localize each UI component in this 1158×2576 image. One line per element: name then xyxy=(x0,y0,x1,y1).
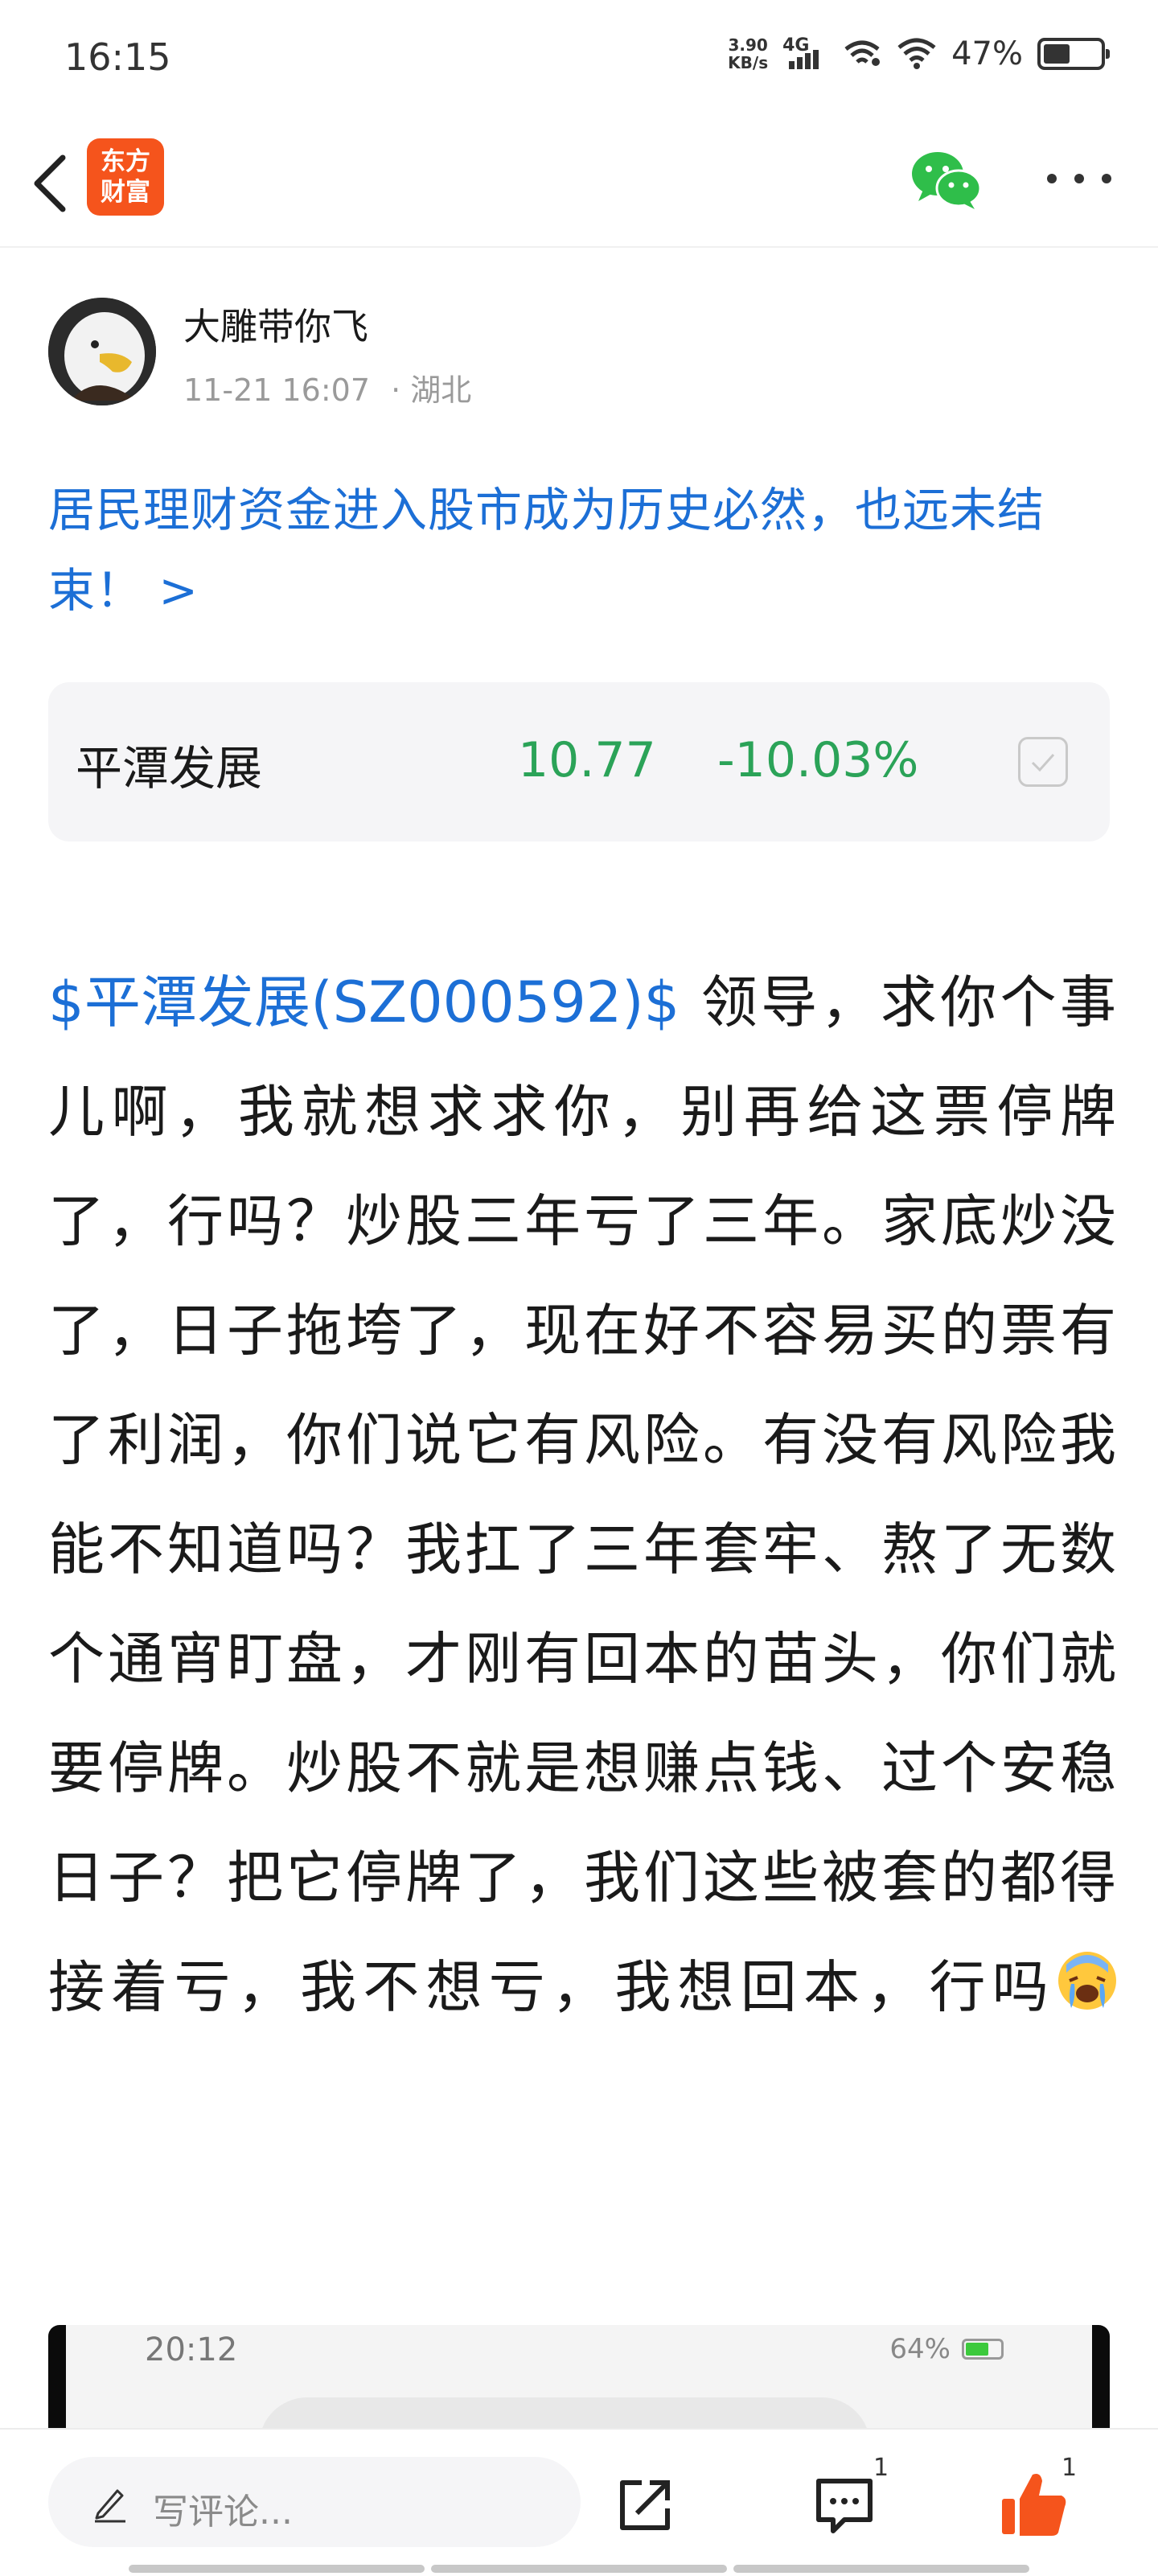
wechat-icon[interactable] xyxy=(909,148,983,212)
author-name[interactable]: 大雕带你飞 xyxy=(183,298,368,351)
app-logo[interactable]: 东方 财富 xyxy=(87,138,164,216)
stock-tag-link[interactable]: $平潭发展(SZ000592)$ xyxy=(48,969,680,1035)
stock-name: 平潭发展 xyxy=(76,741,263,796)
back-arrow-icon[interactable] xyxy=(23,143,79,224)
top-nav: 东方 财富 xyxy=(0,121,1158,248)
logo-line-2: 财富 xyxy=(101,178,150,207)
gesture-bar xyxy=(129,2565,1029,2573)
comment-input[interactable]: 写评论... xyxy=(48,2457,581,2547)
post-content: $平潭发展(SZ000592)$ 领导，求你个事儿啊，我就想求求你，别再给这票停… xyxy=(48,948,1119,2042)
bottom-action-bar: 写评论... 1 1 xyxy=(0,2428,1158,2576)
status-indicators: 3.90 KB/s 4G 47% xyxy=(728,35,1110,72)
post-meta: 11-21 16:07 · 湖北 xyxy=(183,365,471,409)
like-count: 1 xyxy=(1062,2454,1078,2482)
add-watchlist-checkbox[interactable] xyxy=(1018,737,1068,787)
comment-placeholder: 写评论... xyxy=(153,2492,293,2533)
stock-change: -10.03% xyxy=(717,732,919,788)
stock-card[interactable]: 平潭发展 10.77 -10.03% xyxy=(48,682,1110,842)
hotspot-icon xyxy=(844,40,881,66)
crying-face-emoji-icon xyxy=(1058,1952,1116,2010)
eagle-avatar-icon xyxy=(48,298,156,405)
network-speed: 3.90 KB/s xyxy=(728,36,768,72)
avatar[interactable] xyxy=(48,298,156,405)
more-icon[interactable] xyxy=(1044,171,1115,187)
status-time: 16:15 xyxy=(64,35,171,79)
cellular-signal-icon: 4G xyxy=(782,35,827,72)
network-speed-unit: KB/s xyxy=(728,53,769,72)
battery-icon xyxy=(1037,38,1110,70)
related-article-link[interactable]: 居民理财资金进入股市成为历史必然，也远未结束！ > xyxy=(48,470,1118,631)
post-body-text: 领导，求你个事儿啊，我就想求求你，别再给这票停牌了，行吗？炒股三年亏了三年。家底… xyxy=(48,969,1119,2020)
image-status-time: 20:12 xyxy=(145,2331,238,2368)
stock-price: 10.77 xyxy=(518,732,656,788)
post-location: · 湖北 xyxy=(391,372,472,408)
author-header: 大雕带你飞 11-21 16:07 · 湖北 xyxy=(48,298,1110,410)
logo-line-1: 东方 xyxy=(101,147,150,176)
image-status-indicators: 64% xyxy=(889,2333,1004,2365)
check-icon xyxy=(1031,753,1055,772)
network-speed-value: 3.90 xyxy=(728,35,768,55)
comment-count: 1 xyxy=(873,2454,889,2482)
status-bar: 16:15 3.90 KB/s 4G 47% xyxy=(0,0,1158,121)
battery-percent: 47% xyxy=(951,35,1023,72)
wifi-icon xyxy=(897,38,936,69)
thumbs-up-icon[interactable] xyxy=(997,2468,1070,2541)
image-battery-text: 64% xyxy=(889,2333,951,2365)
pencil-icon xyxy=(95,2489,125,2523)
comment-icon[interactable] xyxy=(812,2475,877,2536)
image-battery-icon xyxy=(962,2339,1004,2360)
post-timestamp: 11-21 16:07 xyxy=(183,372,371,408)
share-icon[interactable] xyxy=(613,2473,677,2537)
